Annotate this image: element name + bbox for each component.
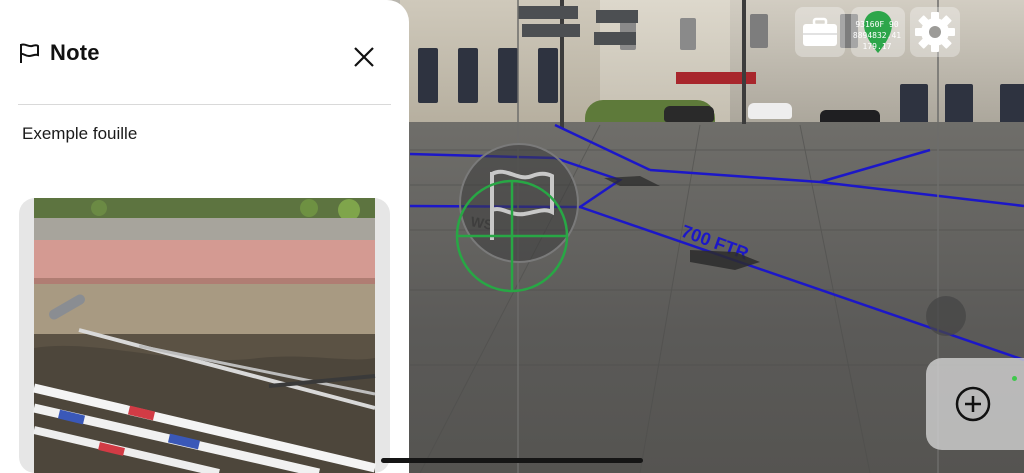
excavation-photo[interactable] [19,198,390,473]
note-panel: Note Exemple fouille [0,0,409,473]
note-header: Note [18,40,100,66]
divider [18,104,391,105]
drag-handle[interactable] [926,296,966,336]
close-icon[interactable] [351,44,377,70]
status-indicator [1012,376,1017,381]
settings-button[interactable] [910,7,960,57]
coord-x: 93160F 90 [855,20,899,29]
briefcase-button[interactable] [795,7,845,57]
plus-circle-icon [955,386,991,422]
coord-z: 179.17 [862,42,892,51]
note-title: Note [50,40,100,65]
gear-icon [915,12,955,52]
crosshair-icon [455,179,569,293]
home-indicator[interactable] [381,458,643,463]
coord-y: 8894832.41 [852,31,902,40]
note-description: Exemple fouille [22,124,138,143]
coordinates-readout: 93160F 90 8894832.41 179.17 [848,6,906,58]
briefcase-icon [803,17,837,46]
flag-icon [20,43,39,63]
excavation-photo-image [32,198,377,473]
